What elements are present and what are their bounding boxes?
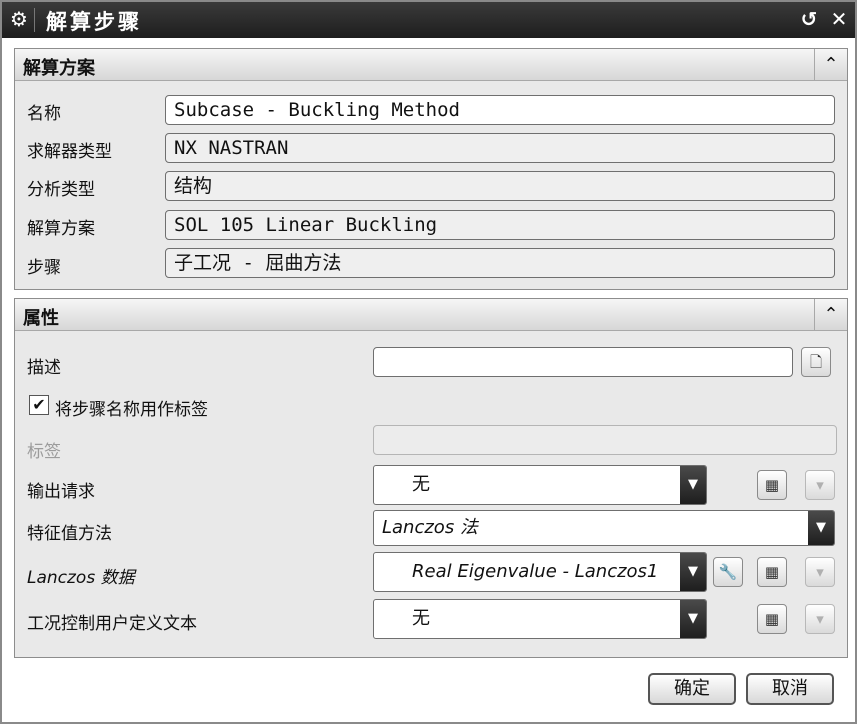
output-request-select[interactable]: 无 ▼ bbox=[373, 465, 707, 505]
use-step-name-label: 将步骤名称用作标签 bbox=[55, 400, 208, 420]
solution-label: 解算方案 bbox=[27, 219, 95, 239]
tag-input bbox=[373, 425, 837, 455]
solver-type-label: 求解器类型 bbox=[27, 142, 112, 162]
description-input[interactable] bbox=[373, 347, 793, 377]
case-control-value: 无 bbox=[412, 608, 430, 629]
eigen-method-value: Lanczos 法 bbox=[382, 517, 478, 538]
solution-value: SOL 105 Linear Buckling bbox=[165, 210, 835, 240]
gear-icon[interactable]: ⚙ bbox=[8, 8, 30, 30]
lanczos-data-value: Real Eigenvalue - Lanczos1 bbox=[412, 561, 659, 582]
solver-type-value: NX NASTRAN bbox=[165, 133, 835, 163]
solution-group-header[interactable]: 解算方案 ⌃ bbox=[15, 49, 847, 81]
name-label: 名称 bbox=[27, 104, 61, 124]
analysis-type-label: 分析类型 bbox=[27, 180, 95, 200]
tag-label: 标签 bbox=[27, 442, 61, 462]
step-label: 步骤 bbox=[27, 258, 61, 278]
ok-button[interactable]: 确定 bbox=[648, 673, 736, 705]
properties-group-header[interactable]: 属性 ⌃ bbox=[15, 299, 847, 331]
description-label: 描述 bbox=[27, 358, 61, 378]
eigen-method-label: 特征值方法 bbox=[27, 524, 112, 544]
dropdown-icon[interactable]: ▾ bbox=[805, 604, 835, 634]
name-input[interactable]: Subcase - Buckling Method bbox=[165, 95, 835, 125]
solution-group: 解算方案 ⌃ 名称 Subcase - Buckling Method 求解器类… bbox=[14, 48, 848, 290]
case-control-select[interactable]: 无 ▼ bbox=[373, 599, 707, 639]
manage-icon[interactable]: ▦ bbox=[757, 470, 787, 500]
reset-icon[interactable]: ↺ bbox=[796, 6, 822, 32]
dropdown-icon[interactable]: ▾ bbox=[805, 470, 835, 500]
collapse-icon[interactable]: ⌃ bbox=[814, 49, 847, 80]
chevron-down-icon[interactable]: ▼ bbox=[680, 466, 706, 504]
close-icon[interactable]: ✕ bbox=[826, 6, 852, 32]
step-value: 子工况 - 屈曲方法 bbox=[165, 248, 835, 278]
manage-icon[interactable]: ▦ bbox=[757, 557, 787, 587]
lanczos-data-label: Lanczos 数据 bbox=[27, 568, 135, 588]
use-step-name-checkbox[interactable]: ✔ bbox=[29, 395, 49, 415]
manage-icon[interactable]: ▦ bbox=[757, 604, 787, 634]
cancel-button[interactable]: 取消 bbox=[746, 673, 834, 705]
dialog-title: 解算步骤 bbox=[46, 10, 142, 34]
dropdown-icon[interactable]: ▾ bbox=[805, 557, 835, 587]
chevron-down-icon[interactable]: ▼ bbox=[680, 553, 706, 591]
solution-step-dialog: ⚙ 解算步骤 ↺ ✕ 解算方案 ⌃ 名称 Subcase - Buckling … bbox=[0, 0, 857, 724]
chevron-down-icon[interactable]: ▼ bbox=[808, 511, 834, 545]
lanczos-data-select[interactable]: Real Eigenvalue - Lanczos1 ▼ bbox=[373, 552, 707, 592]
chevron-down-icon[interactable]: ▼ bbox=[680, 600, 706, 638]
properties-group: 属性 ⌃ 描述 🗋 ✔ 将步骤名称用作标签 标签 输出请求 无 ▼ ▦ ▾ 特征… bbox=[14, 298, 848, 658]
solution-group-title: 解算方案 bbox=[23, 58, 95, 79]
properties-group-title: 属性 bbox=[23, 308, 59, 329]
title-bar: ⚙ 解算步骤 ↺ ✕ bbox=[2, 2, 855, 38]
collapse-icon[interactable]: ⌃ bbox=[814, 299, 847, 330]
analysis-type-value: 结构 bbox=[165, 171, 835, 201]
title-separator bbox=[34, 8, 35, 32]
case-control-label: 工况控制用户定义文本 bbox=[27, 614, 197, 634]
output-request-label: 输出请求 bbox=[27, 482, 95, 502]
output-request-value: 无 bbox=[412, 474, 430, 495]
wrench-icon[interactable]: 🔧 bbox=[713, 557, 743, 587]
eigen-method-select[interactable]: Lanczos 法 ▼ bbox=[373, 510, 835, 546]
new-document-icon[interactable]: 🗋 bbox=[801, 347, 831, 377]
